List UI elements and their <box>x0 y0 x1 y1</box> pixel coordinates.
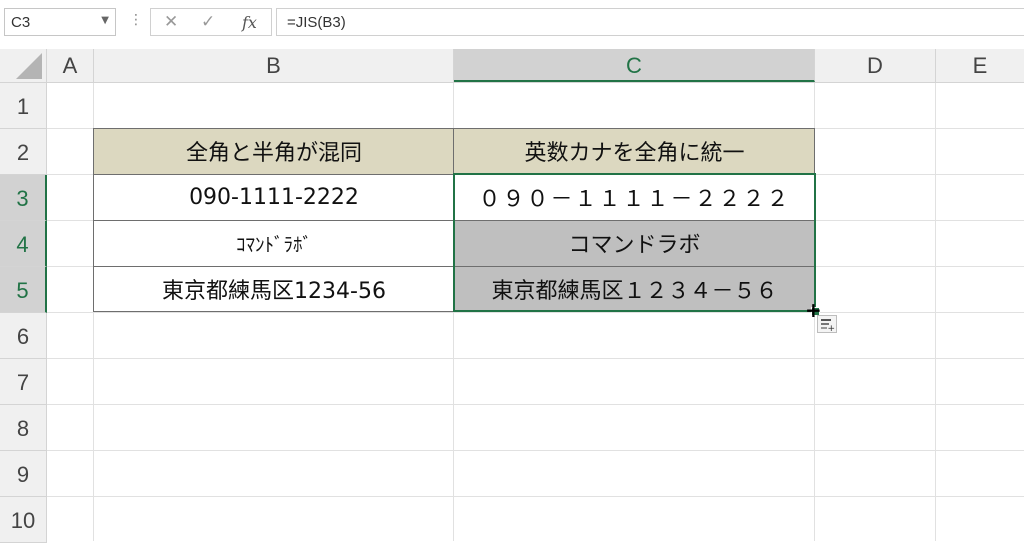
row-header-8[interactable]: 8 <box>0 405 47 451</box>
quick-analysis-bar <box>821 327 827 329</box>
grid-line <box>47 450 1024 451</box>
grid-line <box>47 312 1024 313</box>
column-header-c[interactable]: C <box>454 49 815 82</box>
column-header-b[interactable]: B <box>94 49 454 82</box>
grid-line <box>47 404 1024 405</box>
row-header-3[interactable]: 3 <box>0 175 47 221</box>
enter-icon[interactable]: ✓ <box>201 12 215 32</box>
formula-input[interactable]: =JIS(B3) <box>276 8 1024 36</box>
name-box-value: C3 <box>11 14 31 31</box>
formula-buttons: ✕ ✓ fx <box>150 8 272 36</box>
row-header-6[interactable]: 6 <box>0 313 47 359</box>
cell-b4-text: ｺﾏﾝﾄﾞﾗﾎﾞ <box>235 233 312 256</box>
plus-icon: + <box>827 324 835 334</box>
row-header-4[interactable]: 4 <box>0 221 47 267</box>
column-header-d[interactable]: D <box>815 49 936 82</box>
formula-bar: C3 ▼ ⋮ ✕ ✓ fx =JIS(B3) <box>0 0 1024 46</box>
row-header-2[interactable]: 2 <box>0 129 47 175</box>
select-all-button[interactable] <box>0 49 47 82</box>
chevron-down-icon[interactable]: ▼ <box>101 15 109 26</box>
row-header-9[interactable]: 9 <box>0 451 47 497</box>
row-header-10[interactable]: 10 <box>0 497 47 543</box>
cancel-icon[interactable]: ✕ <box>164 12 178 32</box>
insert-function-icon[interactable]: fx <box>242 13 257 32</box>
name-box[interactable]: C3 ▼ <box>4 8 116 36</box>
column-header-a[interactable]: A <box>47 49 94 82</box>
quick-analysis-bar <box>821 319 831 321</box>
formula-text: =JIS(B3) <box>287 14 346 31</box>
table-border <box>93 128 815 129</box>
cell-b2-text: 全角と半角が混同 <box>185 141 362 166</box>
select-all-icon <box>16 53 42 79</box>
cell-b3-text: 090-1111-2222 <box>189 184 359 210</box>
cell-b5-text: 東京都練馬区1234-56 <box>162 279 386 304</box>
selection-range <box>453 173 816 312</box>
cell-c2-text: 英数カナを全角に統一 <box>524 141 745 166</box>
grid-line <box>47 496 1024 497</box>
column-header-e[interactable]: E <box>936 49 1024 82</box>
table-border <box>93 128 94 312</box>
row-header-7[interactable]: 7 <box>0 359 47 405</box>
cell-b4[interactable]: ｺﾏﾝﾄﾞﾗﾎﾞ <box>94 220 454 266</box>
cell-b5[interactable]: 東京都練馬区1234-56 <box>94 266 454 312</box>
row-header-5[interactable]: 5 <box>0 267 47 313</box>
row-header-1[interactable]: 1 <box>0 83 47 129</box>
grid-line <box>47 358 1024 359</box>
cell-b2[interactable]: 全角と半角が混同 <box>94 128 454 174</box>
more-options-icon[interactable]: ⋮ <box>129 12 143 28</box>
column-header-bar: A B C D E <box>0 49 1024 83</box>
quick-analysis-icon[interactable]: + <box>817 315 837 334</box>
cell-b3[interactable]: 090-1111-2222 <box>94 174 454 220</box>
cell-c2[interactable]: 英数カナを全角に統一 <box>454 128 815 174</box>
